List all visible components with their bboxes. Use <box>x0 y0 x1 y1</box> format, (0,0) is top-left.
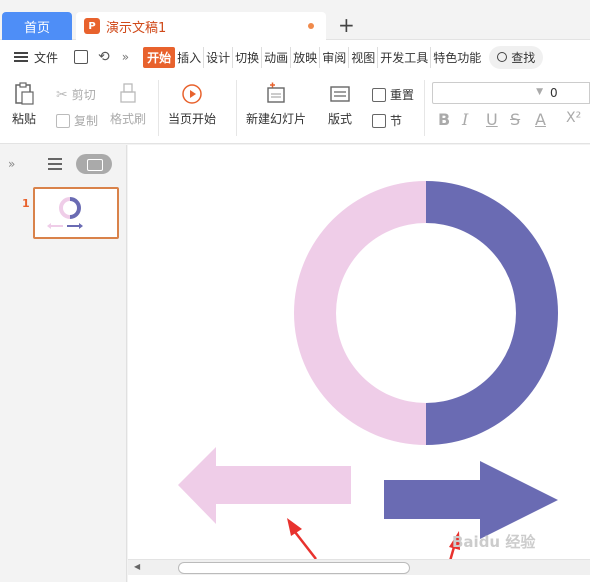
unsaved-dot-icon <box>308 23 314 29</box>
layout-icon <box>330 86 350 102</box>
ring-right-half <box>426 181 558 445</box>
scrollbar-thumb[interactable] <box>178 562 410 574</box>
new-slide-label: 新建幻灯片 <box>246 112 307 126</box>
cut-button[interactable]: ✂ 剪切 <box>56 86 96 103</box>
scissors-icon: ✂ <box>56 86 68 103</box>
divider <box>158 80 159 136</box>
more-quick-actions[interactable]: » <box>122 50 129 64</box>
tab-transition[interactable]: 切换 <box>233 46 263 68</box>
tab-slideshow[interactable]: 放映 <box>291 46 321 68</box>
play-icon <box>182 84 202 104</box>
search-button[interactable]: 查找 <box>489 45 544 69</box>
section-icon <box>372 113 386 128</box>
slide-number: 1 <box>22 197 30 210</box>
thumbnail-view-toggle[interactable] <box>76 154 112 174</box>
ribbon-toolbar: 粘贴 ✂ 剪切 复制 格式刷 当页开始 新建幻灯片 版式 重置 节 ▼ 0 B … <box>0 74 590 144</box>
scroll-left-icon[interactable]: ◀ <box>134 562 140 571</box>
font-size-input[interactable]: 0 <box>546 82 590 104</box>
chevron-down-icon: ▼ <box>536 87 543 97</box>
watermark-logo: Baidu 经验 <box>452 533 536 551</box>
strikethrough-button[interactable]: S <box>510 110 520 129</box>
presentation-icon: P <box>84 18 100 34</box>
cut-label: 剪切 <box>71 88 96 102</box>
copy-icon <box>56 113 70 128</box>
red-annotation-arrow-icon <box>294 531 317 559</box>
font-color-button[interactable]: A <box>535 110 546 129</box>
file-menu-button[interactable]: 文件 <box>14 49 58 66</box>
superscript-button[interactable]: X² <box>566 110 581 126</box>
slide-thumbnail[interactable] <box>33 187 119 239</box>
format-painter-label: 格式刷 <box>110 112 147 126</box>
hamburger-icon <box>14 52 28 62</box>
tab-features[interactable]: 特色功能 <box>431 47 483 68</box>
reset-icon <box>372 87 386 102</box>
tab-animation[interactable]: 动画 <box>262 46 292 68</box>
red-arrowhead-icon <box>287 518 302 536</box>
copy-label: 复制 <box>74 114 99 128</box>
divider <box>236 80 237 136</box>
play-from-current-button[interactable]: 当页开始 <box>168 82 216 127</box>
divider <box>424 80 425 136</box>
slide-panel: » 1 <box>0 145 127 582</box>
brush-icon <box>120 83 136 103</box>
tab-insert[interactable]: 插入 <box>175 46 205 68</box>
paste-label: 粘贴 <box>12 112 37 126</box>
tab-review[interactable]: 审阅 <box>320 46 350 68</box>
new-slide-icon <box>267 82 285 103</box>
font-name-select[interactable]: ▼ <box>432 82 548 104</box>
left-arrow-shape <box>178 447 351 524</box>
search-label: 查找 <box>511 50 536 65</box>
document-title: 演示文稿1 <box>106 20 167 36</box>
reset-label: 重置 <box>390 88 415 102</box>
ribbon-tabs: 开始 插入 设计 切换 动画 放映 审阅 视图 开发工具 特色功能 <box>143 46 483 68</box>
new-tab-button[interactable]: + <box>338 14 355 36</box>
collapse-panel-button[interactable]: » <box>8 157 15 171</box>
status-strip <box>128 575 590 582</box>
slide-content <box>178 181 558 559</box>
new-slide-button[interactable]: 新建幻灯片 <box>246 82 306 127</box>
menu-bar: 文件 ⟲ » 开始 插入 设计 切换 动画 放映 审阅 视图 开发工具 特色功能… <box>0 40 590 74</box>
slide-thumbnail-preview <box>47 197 83 229</box>
italic-button[interactable]: I <box>462 110 468 129</box>
slide-canvas[interactable] <box>128 145 590 559</box>
tab-home[interactable]: 首页 <box>2 12 72 40</box>
undo-icon[interactable]: ⟲ <box>98 49 110 65</box>
tab-design[interactable]: 设计 <box>204 46 234 68</box>
save-icon[interactable] <box>74 50 89 64</box>
bold-button[interactable]: B <box>438 110 450 129</box>
horizontal-scrollbar[interactable]: ◀ <box>128 559 590 575</box>
file-menu-label: 文件 <box>34 50 59 65</box>
tab-view[interactable]: 视图 <box>349 46 379 68</box>
tab-document[interactable]: P 演示文稿1 <box>76 12 326 40</box>
outline-view-icon[interactable] <box>48 158 62 170</box>
play-from-current-label: 当页开始 <box>168 112 217 126</box>
layout-button[interactable]: 版式 <box>328 82 352 127</box>
copy-button[interactable]: 复制 <box>56 112 98 129</box>
clipboard-icon <box>15 82 34 105</box>
format-painter-button[interactable]: 格式刷 <box>110 82 146 127</box>
title-bar: 首页 P 演示文稿1 + <box>0 0 590 40</box>
tab-developer[interactable]: 开发工具 <box>378 46 432 68</box>
section-label: 节 <box>390 114 403 128</box>
tab-start[interactable]: 开始 <box>143 46 176 68</box>
underline-button[interactable]: U <box>486 110 498 129</box>
tab-home-label: 首页 <box>23 20 50 36</box>
paste-button[interactable]: 粘贴 <box>12 82 36 127</box>
section-button[interactable]: 节 <box>372 112 402 129</box>
right-arrow-shape <box>384 461 558 539</box>
search-icon <box>497 52 508 62</box>
reset-button[interactable]: 重置 <box>372 86 414 103</box>
layout-label: 版式 <box>328 112 353 126</box>
ring-left-half <box>294 181 426 445</box>
